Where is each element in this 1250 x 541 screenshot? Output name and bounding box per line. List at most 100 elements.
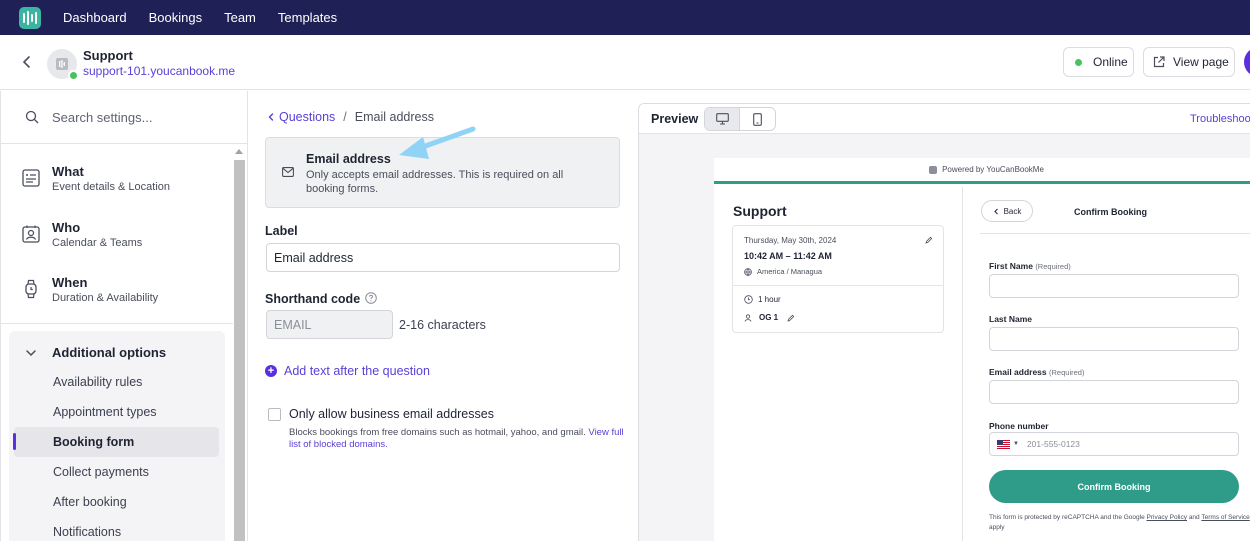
shorthand-code-heading: Shorthand code [265, 292, 361, 306]
nav-templates[interactable]: Templates [278, 10, 337, 25]
email-label: Email address (Required) [989, 367, 1084, 377]
sidebar-divider [1, 323, 233, 324]
breadcrumb-current: Email address [354, 110, 434, 124]
view-page-label: View page [1173, 55, 1229, 69]
account-url-link[interactable]: support-101.youcanbook.me [83, 64, 235, 78]
question-type-title: Email address [306, 152, 391, 166]
chevron-down-icon [26, 349, 36, 356]
sidebar-item-who[interactable]: Who Calendar & Teams [21, 220, 221, 260]
label-heading: Label [265, 224, 298, 238]
sidebar-item-notifications[interactable]: Notifications [53, 525, 121, 539]
ycbm-mini-logo-icon [929, 165, 938, 174]
phone-input[interactable]: ▼ 201-555-0123 [989, 432, 1239, 456]
desktop-icon [715, 113, 729, 125]
help-circle-icon[interactable] [365, 292, 377, 304]
troubleshoot-link[interactable]: Troubleshoo [1190, 113, 1250, 125]
user-avatar-button[interactable] [1244, 47, 1250, 77]
add-text-label: Add text after the question [284, 364, 430, 378]
booking-slot-card: Thursday, May 30th, 2024 10:42 AM – 11:4… [732, 225, 944, 333]
business-email-checkbox[interactable] [268, 408, 281, 421]
legal-and: and [1188, 514, 1200, 521]
first-name-input[interactable] [989, 274, 1239, 298]
preview-panel: Preview Troubleshoo Powered by YouCanBoo… [638, 103, 1250, 541]
document-list-icon [22, 169, 40, 187]
label-input[interactable] [266, 243, 620, 272]
booking-page-preview: Powered by YouCanBookMe Support Thursday… [714, 158, 1250, 541]
sidebar-item-collect-payments[interactable]: Collect payments [53, 465, 149, 479]
slot-divider [733, 285, 943, 286]
sidebar-item-appointment-types[interactable]: Appointment types [53, 405, 157, 419]
sidebar-item-title: When [52, 275, 88, 290]
nav-dashboard[interactable]: Dashboard [63, 10, 127, 25]
chevron-left-icon [268, 113, 274, 121]
additional-options-group: Additional options Availability rules Ap… [9, 331, 225, 541]
sidebar-item-availability-rules[interactable]: Availability rules [53, 375, 142, 389]
breadcrumb-separator: / [343, 110, 347, 124]
sidebar-item-subtitle: Event details & Location [52, 181, 171, 193]
email-input[interactable] [989, 380, 1239, 404]
scrollbar-thumb[interactable] [234, 160, 245, 541]
preview-column-divider [962, 187, 963, 541]
business-email-description: Blocks bookings from free domains such a… [289, 427, 624, 451]
annotation-arrow-icon [399, 126, 476, 159]
search-settings-input[interactable] [52, 109, 232, 125]
business-email-label[interactable]: Only allow business email addresses [289, 407, 494, 421]
preview-back-button[interactable]: Back [981, 200, 1033, 222]
sidebar-item-when[interactable]: When Duration & Availability [21, 275, 221, 315]
top-nav: Dashboard Bookings Team Templates [0, 0, 1250, 35]
sidebar-item-booking-form[interactable]: Booking form [53, 435, 134, 449]
last-name-input[interactable] [989, 327, 1239, 351]
shorthand-code-input[interactable] [266, 310, 393, 339]
mobile-view-button[interactable] [740, 108, 775, 130]
pencil-icon[interactable] [787, 314, 795, 322]
nav-bookings[interactable]: Bookings [149, 10, 202, 25]
avatar [47, 49, 79, 81]
confirm-booking-heading: Confirm Booking [1074, 207, 1147, 217]
online-status-button[interactable]: Online [1063, 47, 1134, 77]
pencil-icon[interactable] [925, 236, 933, 244]
add-text-after-question-button[interactable]: + Add text after the question [265, 364, 430, 378]
phone-placeholder: 201-555-0123 [1026, 439, 1080, 449]
online-status-dot [68, 70, 79, 81]
mobile-icon [753, 112, 762, 126]
powered-by-banner: Powered by YouCanBookMe [714, 158, 1250, 184]
additional-options-toggle[interactable]: Additional options [25, 345, 166, 360]
caret-down-icon[interactable]: ▼ [1013, 441, 1019, 447]
account-name: Support [83, 48, 133, 63]
plus-circle-icon: + [265, 365, 277, 377]
watch-icon [25, 279, 37, 299]
first-name-text: First Name [989, 261, 1033, 271]
terms-of-service-link[interactable]: Terms of Service [1201, 514, 1249, 521]
sidebar-item-subtitle: Calendar & Teams [52, 237, 143, 249]
scroll-up-arrow-icon[interactable] [235, 149, 243, 154]
online-dot-icon [1075, 58, 1082, 66]
ycbm-logo-icon[interactable] [19, 6, 41, 29]
breadcrumb: Questions / Email address [266, 110, 434, 124]
booking-page-title: Support [733, 203, 787, 219]
us-flag-icon[interactable] [997, 439, 1010, 449]
back-chevron-icon[interactable] [19, 54, 35, 70]
timezone-text: America / Managua [757, 267, 823, 276]
phone-label: Phone number [989, 421, 1049, 431]
online-label: Online [1093, 55, 1128, 69]
additional-options-title: Additional options [52, 345, 167, 360]
sidebar-scrollbar[interactable] [233, 148, 245, 541]
search-icon [25, 110, 39, 124]
legal-prefix: This form is protected by reCAPTCHA and … [989, 514, 1145, 521]
recaptcha-notice: This form is protected by reCAPTCHA and … [989, 513, 1250, 533]
chevron-left-icon [993, 208, 998, 214]
slot-timezone: America / Managua [744, 267, 822, 276]
sidebar-item-what[interactable]: What Event details & Location [21, 164, 221, 204]
form-divider [980, 233, 1250, 234]
active-indicator-bar [13, 433, 16, 450]
confirm-booking-button[interactable]: Confirm Booking [989, 470, 1239, 503]
sidebar-item-title: What [52, 164, 84, 179]
desktop-view-button[interactable] [705, 108, 741, 130]
privacy-policy-link[interactable]: Privacy Policy [1147, 514, 1187, 521]
nav-team[interactable]: Team [224, 10, 256, 25]
breadcrumb-questions-link[interactable]: Questions [279, 110, 335, 124]
sidebar-item-after-booking[interactable]: After booking [53, 495, 127, 509]
powered-by-text: Powered by YouCanBookMe [942, 165, 1044, 174]
question-type-description: Only accepts email addresses. This is re… [306, 169, 564, 195]
view-page-button[interactable]: View page [1143, 47, 1235, 77]
